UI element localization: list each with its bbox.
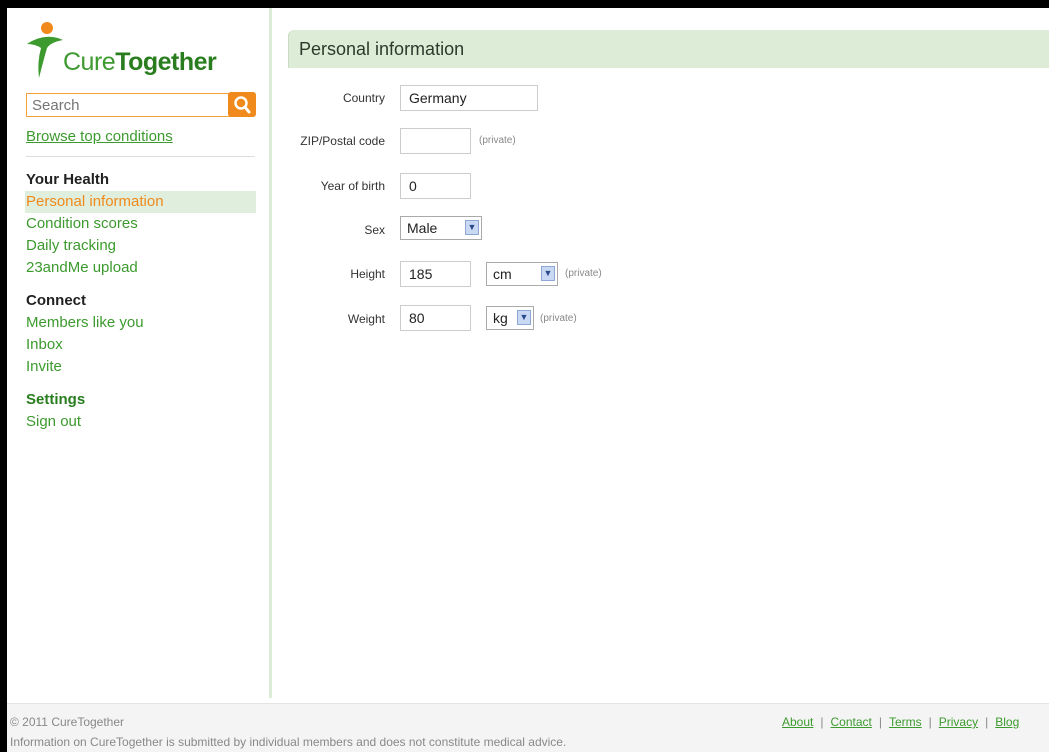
sidebar-item-inbox[interactable]: Inbox bbox=[26, 336, 63, 353]
chevron-down-icon: ▼ bbox=[541, 266, 555, 281]
height-private-note: (private) bbox=[565, 268, 602, 279]
sidebar-rule bbox=[269, 8, 272, 698]
year-of-birth-label: Year of birth bbox=[320, 179, 385, 193]
separator: | bbox=[878, 715, 882, 729]
sex-label: Sex bbox=[364, 223, 385, 237]
weight-unit-select[interactable]: kg ▼ bbox=[486, 306, 534, 330]
sidebar-item-condition-scores[interactable]: Condition scores bbox=[26, 215, 138, 232]
year-of-birth-field[interactable]: 0 bbox=[400, 173, 471, 199]
weight-label: Weight bbox=[347, 312, 385, 326]
weight-field[interactable]: 80 bbox=[400, 305, 471, 331]
country-label: Country bbox=[342, 91, 385, 105]
logo-text-cure: Cure bbox=[63, 48, 116, 76]
chevron-down-icon: ▼ bbox=[517, 310, 531, 325]
section-heading-connect: Connect bbox=[26, 292, 86, 309]
disclaimer-text: Information on CureTogether is submitted… bbox=[10, 735, 567, 749]
footer-links: About | Contact | Terms | Privacy | Blog bbox=[782, 715, 1019, 729]
section-header: Personal information bbox=[288, 30, 1049, 68]
sidebar: CureTogether Browse top conditions Your … bbox=[7, 8, 267, 698]
zip-field[interactable] bbox=[400, 128, 471, 154]
height-unit-select[interactable]: cm ▼ bbox=[486, 262, 558, 286]
sex-select-value: Male bbox=[407, 220, 438, 236]
section-heading-your-health: Your Health bbox=[26, 171, 110, 188]
zip-private-note: (private) bbox=[479, 135, 516, 146]
country-field[interactable]: Germany bbox=[400, 85, 538, 111]
chevron-down-icon: ▼ bbox=[465, 220, 479, 235]
height-unit-value: cm bbox=[493, 266, 512, 282]
separator: | bbox=[820, 715, 824, 729]
footer-link-terms[interactable]: Terms bbox=[889, 715, 922, 729]
footer: © 2011 CureTogether Information on CureT… bbox=[7, 703, 1049, 752]
page-frame: CureTogether Browse top conditions Your … bbox=[7, 8, 1049, 752]
weight-private-note: (private) bbox=[540, 313, 577, 324]
logo[interactable]: CureTogether bbox=[25, 18, 245, 88]
sidebar-item-members-like-you[interactable]: Members like you bbox=[26, 314, 144, 331]
logo-wordmark: CureTogether bbox=[63, 48, 217, 77]
logo-text-together: Together bbox=[115, 48, 217, 76]
sidebar-item-invite[interactable]: Invite bbox=[26, 358, 62, 375]
logo-figure-icon bbox=[27, 22, 63, 78]
search-button[interactable] bbox=[228, 92, 256, 117]
browse-top-conditions-link[interactable]: Browse top conditions bbox=[26, 128, 173, 145]
sidebar-item-daily-tracking[interactable]: Daily tracking bbox=[26, 237, 116, 254]
height-label: Height bbox=[350, 267, 385, 281]
sex-select[interactable]: Male ▼ bbox=[400, 216, 482, 240]
separator: | bbox=[928, 715, 932, 729]
footer-link-blog[interactable]: Blog bbox=[995, 715, 1019, 729]
section-heading-settings[interactable]: Settings bbox=[26, 391, 85, 408]
sidebar-item-personal-information[interactable]: Personal information bbox=[26, 193, 164, 210]
sidebar-item-sign-out[interactable]: Sign out bbox=[26, 413, 81, 430]
weight-unit-value: kg bbox=[493, 310, 508, 326]
sidebar-divider bbox=[26, 156, 255, 157]
separator: | bbox=[985, 715, 989, 729]
footer-link-contact[interactable]: Contact bbox=[830, 715, 871, 729]
footer-link-about[interactable]: About bbox=[782, 715, 813, 729]
search-icon bbox=[234, 96, 251, 114]
zip-label: ZIP/Postal code bbox=[300, 134, 385, 148]
page-title: Personal information bbox=[299, 39, 465, 59]
search-input[interactable] bbox=[26, 93, 232, 117]
sidebar-item-23andme-upload[interactable]: 23andMe upload bbox=[26, 259, 138, 276]
height-field[interactable]: 185 bbox=[400, 261, 471, 287]
footer-link-privacy[interactable]: Privacy bbox=[939, 715, 978, 729]
copyright-text: © 2011 CureTogether bbox=[10, 715, 125, 729]
